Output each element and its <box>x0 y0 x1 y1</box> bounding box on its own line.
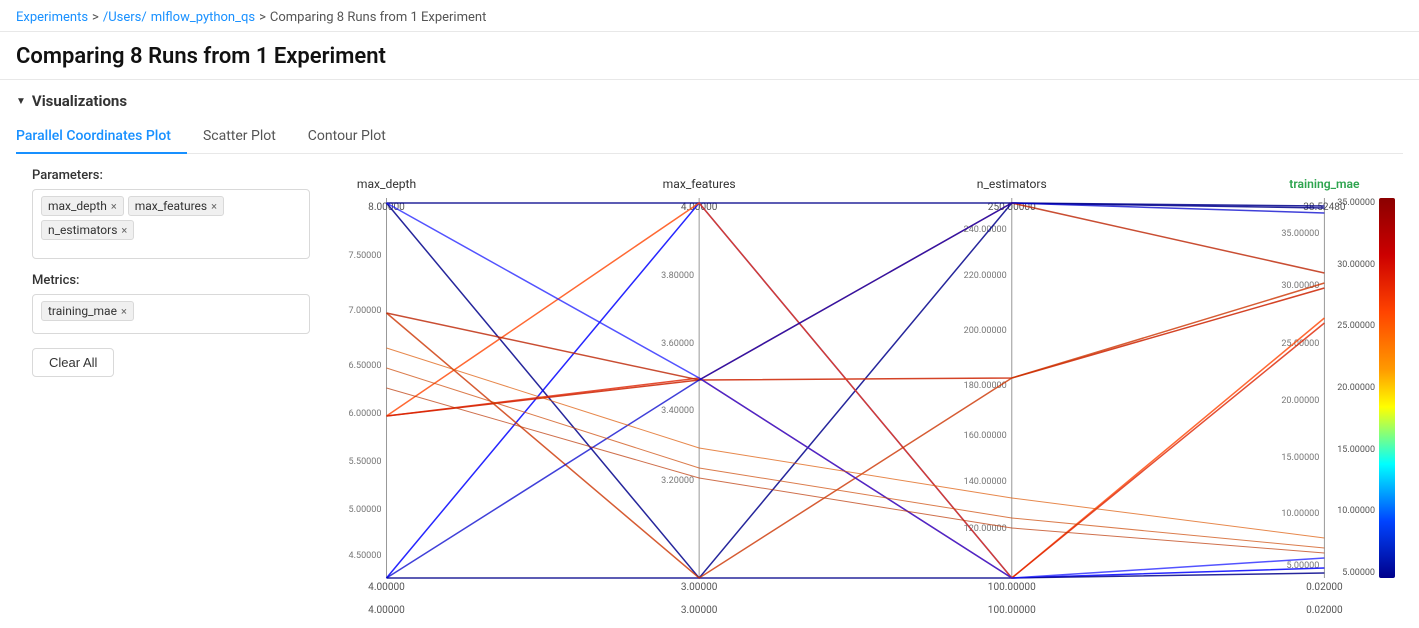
tag-training-mae-close[interactable]: × <box>121 306 127 317</box>
scale-label-20: 20.00000 <box>1337 383 1375 393</box>
svg-text:5.50000: 5.50000 <box>349 457 382 467</box>
svg-text:4.50000: 4.50000 <box>349 551 382 561</box>
clear-all-button[interactable]: Clear All <box>32 348 114 377</box>
breadcrumb-experiments[interactable]: Experiments <box>16 10 88 25</box>
breadcrumb-current: Comparing 8 Runs from 1 Experiment <box>270 10 486 25</box>
svg-text:100.00000: 100.00000 <box>988 605 1036 616</box>
svg-text:7.00000: 7.00000 <box>349 306 382 316</box>
svg-text:4.00000: 4.00000 <box>368 582 405 593</box>
tabs-bar: Parallel Coordinates Plot Scatter Plot C… <box>16 120 1403 154</box>
metrics-label: Metrics: <box>32 273 310 288</box>
svg-text:140.00000: 140.00000 <box>964 477 1007 487</box>
tag-n-estimators[interactable]: n_estimators × <box>41 220 134 240</box>
color-scale-labels: 35.00000 30.00000 25.00000 20.00000 15.0… <box>1337 198 1375 578</box>
svg-text:15.00000: 15.00000 <box>1281 453 1319 463</box>
svg-text:4.00000: 4.00000 <box>368 605 405 616</box>
main-content: Parameters: max_depth × max_features × n… <box>16 168 1403 628</box>
breadcrumb: Experiments > /Users/ mlflow_python_qs >… <box>0 0 1419 32</box>
svg-text:35.00000: 35.00000 <box>1281 229 1319 239</box>
svg-text:3.00000: 3.00000 <box>681 582 718 593</box>
svg-text:0.02000: 0.02000 <box>1306 582 1343 593</box>
svg-text:7.50000: 7.50000 <box>349 251 382 261</box>
tag-n-estimators-label: n_estimators <box>48 223 117 237</box>
svg-text:max_features: max_features <box>663 177 736 191</box>
parameters-tag-box[interactable]: max_depth × max_features × n_estimators … <box>32 189 310 259</box>
color-scale-container: 35.00000 30.00000 25.00000 20.00000 15.0… <box>1335 198 1395 578</box>
tag-max-depth-close[interactable]: × <box>111 201 117 212</box>
parallel-coords-svg: max_depth max_features n_estimators trai… <box>326 168 1395 628</box>
tag-max-features[interactable]: max_features × <box>128 196 224 216</box>
scale-label-15: 15.00000 <box>1337 445 1375 455</box>
scale-label-10: 10.00000 <box>1337 506 1375 516</box>
metrics-tag-box[interactable]: training_mae × <box>32 294 310 334</box>
tag-training-mae[interactable]: training_mae × <box>41 301 134 321</box>
tab-parallel-coordinates[interactable]: Parallel Coordinates Plot <box>16 120 187 154</box>
tag-max-features-label: max_features <box>135 199 207 213</box>
tab-scatter-plot[interactable]: Scatter Plot <box>187 120 292 154</box>
svg-text:3.00000: 3.00000 <box>681 605 718 616</box>
breadcrumb-sep2: > <box>259 10 266 25</box>
svg-text:220.00000: 220.00000 <box>964 271 1007 281</box>
svg-text:3.60000: 3.60000 <box>661 339 694 349</box>
parallel-plot: max_depth max_features n_estimators trai… <box>326 168 1395 628</box>
svg-text:6.00000: 6.00000 <box>349 409 382 419</box>
chart-area: max_depth max_features n_estimators trai… <box>326 168 1403 628</box>
svg-text:25.00000: 25.00000 <box>1281 339 1319 349</box>
sidebar: Parameters: max_depth × max_features × n… <box>16 168 326 628</box>
svg-text:160.00000: 160.00000 <box>964 431 1007 441</box>
svg-text:3.80000: 3.80000 <box>661 271 694 281</box>
tab-contour-plot[interactable]: Contour Plot <box>292 120 402 154</box>
scale-label-25: 25.00000 <box>1337 321 1375 331</box>
breadcrumb-username[interactable]: mlflow_python_qs <box>151 10 255 25</box>
svg-text:max_depth: max_depth <box>357 177 416 191</box>
color-scale-bar <box>1379 198 1395 578</box>
svg-text:0.02000: 0.02000 <box>1306 605 1343 616</box>
tag-training-mae-label: training_mae <box>48 304 117 318</box>
chevron-icon: ▼ <box>16 96 26 107</box>
svg-text:3.20000: 3.20000 <box>661 476 694 486</box>
tag-max-depth-label: max_depth <box>48 199 107 213</box>
svg-text:3.40000: 3.40000 <box>661 406 694 416</box>
svg-text:n_estimators: n_estimators <box>977 177 1047 191</box>
svg-text:5.00000: 5.00000 <box>349 505 382 515</box>
tag-max-depth[interactable]: max_depth × <box>41 196 124 216</box>
svg-text:training_mae: training_mae <box>1289 177 1360 191</box>
breadcrumb-sep1: > <box>92 10 99 25</box>
scale-label-30: 30.00000 <box>1337 260 1375 270</box>
visualizations-header: ▼ Visualizations <box>16 92 1403 110</box>
visualizations-label: Visualizations <box>32 92 127 110</box>
scale-label-35: 35.00000 <box>1337 198 1375 208</box>
svg-text:100.00000: 100.00000 <box>988 582 1036 593</box>
tag-n-estimators-close[interactable]: × <box>121 225 127 236</box>
scale-label-5: 5.00000 <box>1337 568 1375 578</box>
breadcrumb-users[interactable]: /Users/ <box>103 10 147 25</box>
svg-text:10.00000: 10.00000 <box>1281 509 1319 519</box>
svg-text:6.50000: 6.50000 <box>349 361 382 371</box>
svg-text:200.00000: 200.00000 <box>964 326 1007 336</box>
tag-max-features-close[interactable]: × <box>211 201 217 212</box>
parameters-label: Parameters: <box>32 168 310 183</box>
page-title: Comparing 8 Runs from 1 Experiment <box>0 32 1419 80</box>
svg-text:20.00000: 20.00000 <box>1281 396 1319 406</box>
